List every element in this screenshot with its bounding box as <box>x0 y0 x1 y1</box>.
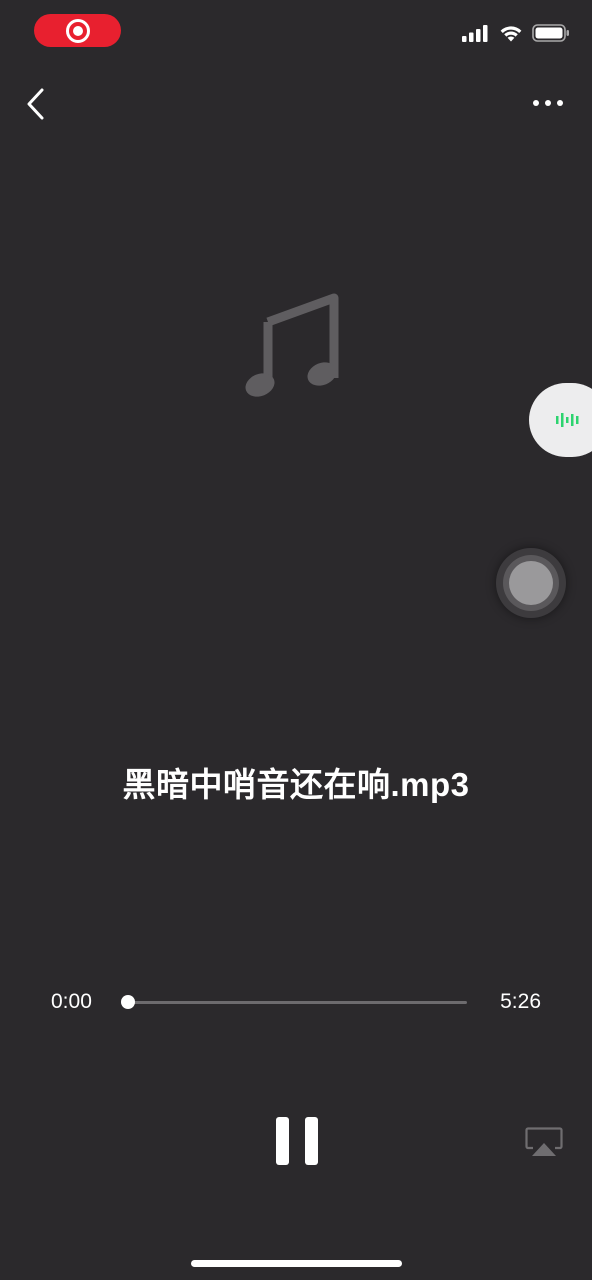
screen-record-icon <box>65 18 90 43</box>
status-icons <box>462 24 570 42</box>
battery-icon <box>532 24 569 42</box>
total-time: 5:26 <box>500 990 541 1013</box>
chevron-left-icon <box>27 88 44 120</box>
back-button[interactable] <box>18 84 58 124</box>
home-indicator[interactable] <box>191 1260 402 1267</box>
airplay-icon <box>525 1127 563 1156</box>
ellipsis-icon <box>533 100 563 106</box>
more-options-button[interactable] <box>528 88 568 118</box>
progress-scrubber-handle[interactable] <box>121 995 135 1009</box>
audio-waveform-icon <box>556 413 579 427</box>
screen-recording-indicator[interactable] <box>34 14 121 47</box>
current-time: 0:00 <box>51 990 92 1013</box>
wifi-icon <box>500 26 522 42</box>
assistive-touch-icon <box>503 555 559 611</box>
pause-button[interactable] <box>276 1117 318 1165</box>
floating-audio-widget[interactable] <box>529 383 592 457</box>
assistive-touch-button[interactable] <box>496 548 566 618</box>
track-title: 黑暗中哨音还在响.mp3 <box>122 766 470 803</box>
progress-bar[interactable] <box>128 1001 467 1004</box>
music-note-icon <box>240 292 344 404</box>
cellular-signal-icon <box>462 25 488 42</box>
airplay-button[interactable] <box>525 1126 563 1158</box>
